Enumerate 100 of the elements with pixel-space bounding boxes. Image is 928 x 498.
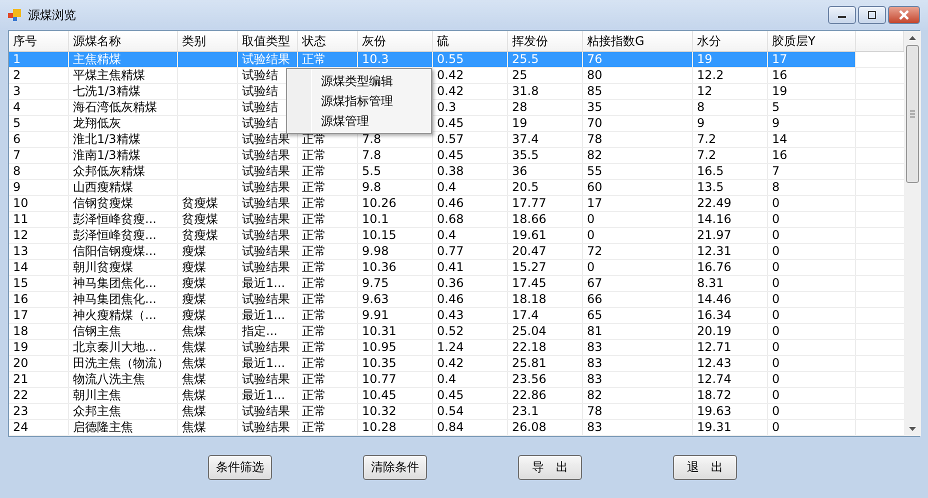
table-cell: 28 xyxy=(508,100,583,115)
table-cell: 7 xyxy=(768,164,856,179)
table-cell: 0 xyxy=(768,372,856,387)
table-cell: 65 xyxy=(583,308,693,323)
table-cell: 17 xyxy=(9,308,69,323)
table-cell: 80 xyxy=(583,68,693,83)
table-cell: 0 xyxy=(768,212,856,227)
table-cell: 16 xyxy=(9,292,69,307)
column-header[interactable]: 挥发份 xyxy=(508,31,583,51)
column-header[interactable]: 硫 xyxy=(433,31,508,51)
table-cell: 0 xyxy=(583,260,693,275)
table-cell: 物流八洗主焦 xyxy=(69,372,178,387)
table-cell: 试验结果 xyxy=(238,372,298,387)
column-header[interactable]: 类别 xyxy=(178,31,238,51)
table-cell: 最近1... xyxy=(238,308,298,323)
table-cell: 正常 xyxy=(298,404,358,419)
table-cell: 9 xyxy=(9,180,69,195)
table-cell: 82 xyxy=(583,388,693,403)
table-cell: 信钢主焦 xyxy=(69,324,178,339)
table-cell: 正常 xyxy=(298,372,358,387)
action-button[interactable]: 清除条件 xyxy=(363,455,427,480)
table-cell: 海石湾低灰精煤 xyxy=(69,100,178,115)
table-cell: 试验结果 xyxy=(238,212,298,227)
table-cell: 0.45 xyxy=(433,148,508,163)
table-cell: 10.3 xyxy=(358,52,433,67)
table-cell: 1 xyxy=(9,52,69,67)
column-header[interactable]: 取值类型 xyxy=(238,31,298,51)
table-cell: 0.84 xyxy=(433,420,508,435)
table-cell: 1.24 xyxy=(433,340,508,355)
table-cell: 23.1 xyxy=(508,404,583,419)
table-cell: 贫瘦煤 xyxy=(178,196,238,211)
table-cell: 72 xyxy=(583,244,693,259)
table-cell: 18.18 xyxy=(508,292,583,307)
table-cell: 众邦低灰精煤 xyxy=(69,164,178,179)
action-button[interactable]: 导 出 xyxy=(518,455,582,480)
table-cell: 焦煤 xyxy=(178,420,238,435)
maximize-button[interactable] xyxy=(858,6,886,24)
table-cell: 36 xyxy=(508,164,583,179)
column-header[interactable]: 粘接指数G xyxy=(583,31,693,51)
table-cell: 19 xyxy=(508,116,583,131)
table-cell: 10.32 xyxy=(358,404,433,419)
table-cell: 16 xyxy=(768,68,856,83)
table-cell: 76 xyxy=(583,52,693,67)
table-cell: 12.74 xyxy=(693,372,768,387)
column-header[interactable]: 胶质层Y xyxy=(768,31,856,51)
table-cell: 7.8 xyxy=(358,148,433,163)
table-cell: 正常 xyxy=(298,276,358,291)
table-cell: 0 xyxy=(768,324,856,339)
table-cell: 15.27 xyxy=(508,260,583,275)
table-cell: 最近1... xyxy=(238,276,298,291)
table-cell: 彭泽恒峰贫瘦... xyxy=(69,228,178,243)
table-cell: 0.41 xyxy=(433,260,508,275)
table-cell: 瘦煤 xyxy=(178,260,238,275)
column-header[interactable]: 序号 xyxy=(9,31,69,51)
table-cell: 10.36 xyxy=(358,260,433,275)
table-cell: 78 xyxy=(583,404,693,419)
table-cell: 正常 xyxy=(298,388,358,403)
table-cell: 彭泽恒峰贫瘦... xyxy=(69,212,178,227)
table-cell: 朝川贫瘦煤 xyxy=(69,260,178,275)
table-cell: 贫瘦煤 xyxy=(178,228,238,243)
table-cell: 0 xyxy=(768,420,856,435)
table-cell: 正常 xyxy=(298,228,358,243)
table-cell: 北京秦川大地... xyxy=(69,340,178,355)
scroll-thumb[interactable] xyxy=(906,45,919,183)
table-cell: 0 xyxy=(768,292,856,307)
column-header[interactable]: 源煤名称 xyxy=(69,31,178,51)
table-cell: 0.42 xyxy=(433,356,508,371)
table-cell: 田洗主焦（物流） xyxy=(69,356,178,371)
table-cell: 试验结果 xyxy=(238,228,298,243)
column-header[interactable]: 状态 xyxy=(298,31,358,51)
table-cell: 0.4 xyxy=(433,372,508,387)
table-cell: 0 xyxy=(768,388,856,403)
table-cell: 正常 xyxy=(298,52,358,67)
table-cell: 5 xyxy=(768,100,856,115)
close-button[interactable] xyxy=(888,6,920,24)
action-button[interactable]: 退 出 xyxy=(673,455,737,480)
column-header[interactable]: 灰份 xyxy=(358,31,433,51)
table-cell: 7.2 xyxy=(693,148,768,163)
table-cell: 20.19 xyxy=(693,324,768,339)
table-cell: 0.55 xyxy=(433,52,508,67)
table-cell: 正常 xyxy=(298,196,358,211)
table-cell: 14 xyxy=(9,260,69,275)
table-cell: 试验结果 xyxy=(238,260,298,275)
table-cell: 35 xyxy=(583,100,693,115)
table-cell: 焦煤 xyxy=(178,340,238,355)
table-cell: 正常 xyxy=(298,340,358,355)
table-cell: 10.1 xyxy=(358,212,433,227)
table-cell: 平煤主焦精煤 xyxy=(69,68,178,83)
table-cell: 12.43 xyxy=(693,356,768,371)
table-cell: 19.31 xyxy=(693,420,768,435)
table-cell: 35.5 xyxy=(508,148,583,163)
table-cell: 焦煤 xyxy=(178,356,238,371)
table-cell: 10.45 xyxy=(358,388,433,403)
minimize-button[interactable] xyxy=(828,6,856,24)
action-button[interactable]: 条件筛选 xyxy=(208,455,272,480)
table-cell: 0 xyxy=(768,260,856,275)
column-header[interactable]: 水分 xyxy=(693,31,768,51)
scrollbar[interactable] xyxy=(904,31,921,436)
table-cell: 11 xyxy=(9,212,69,227)
table-cell: 0.36 xyxy=(433,276,508,291)
